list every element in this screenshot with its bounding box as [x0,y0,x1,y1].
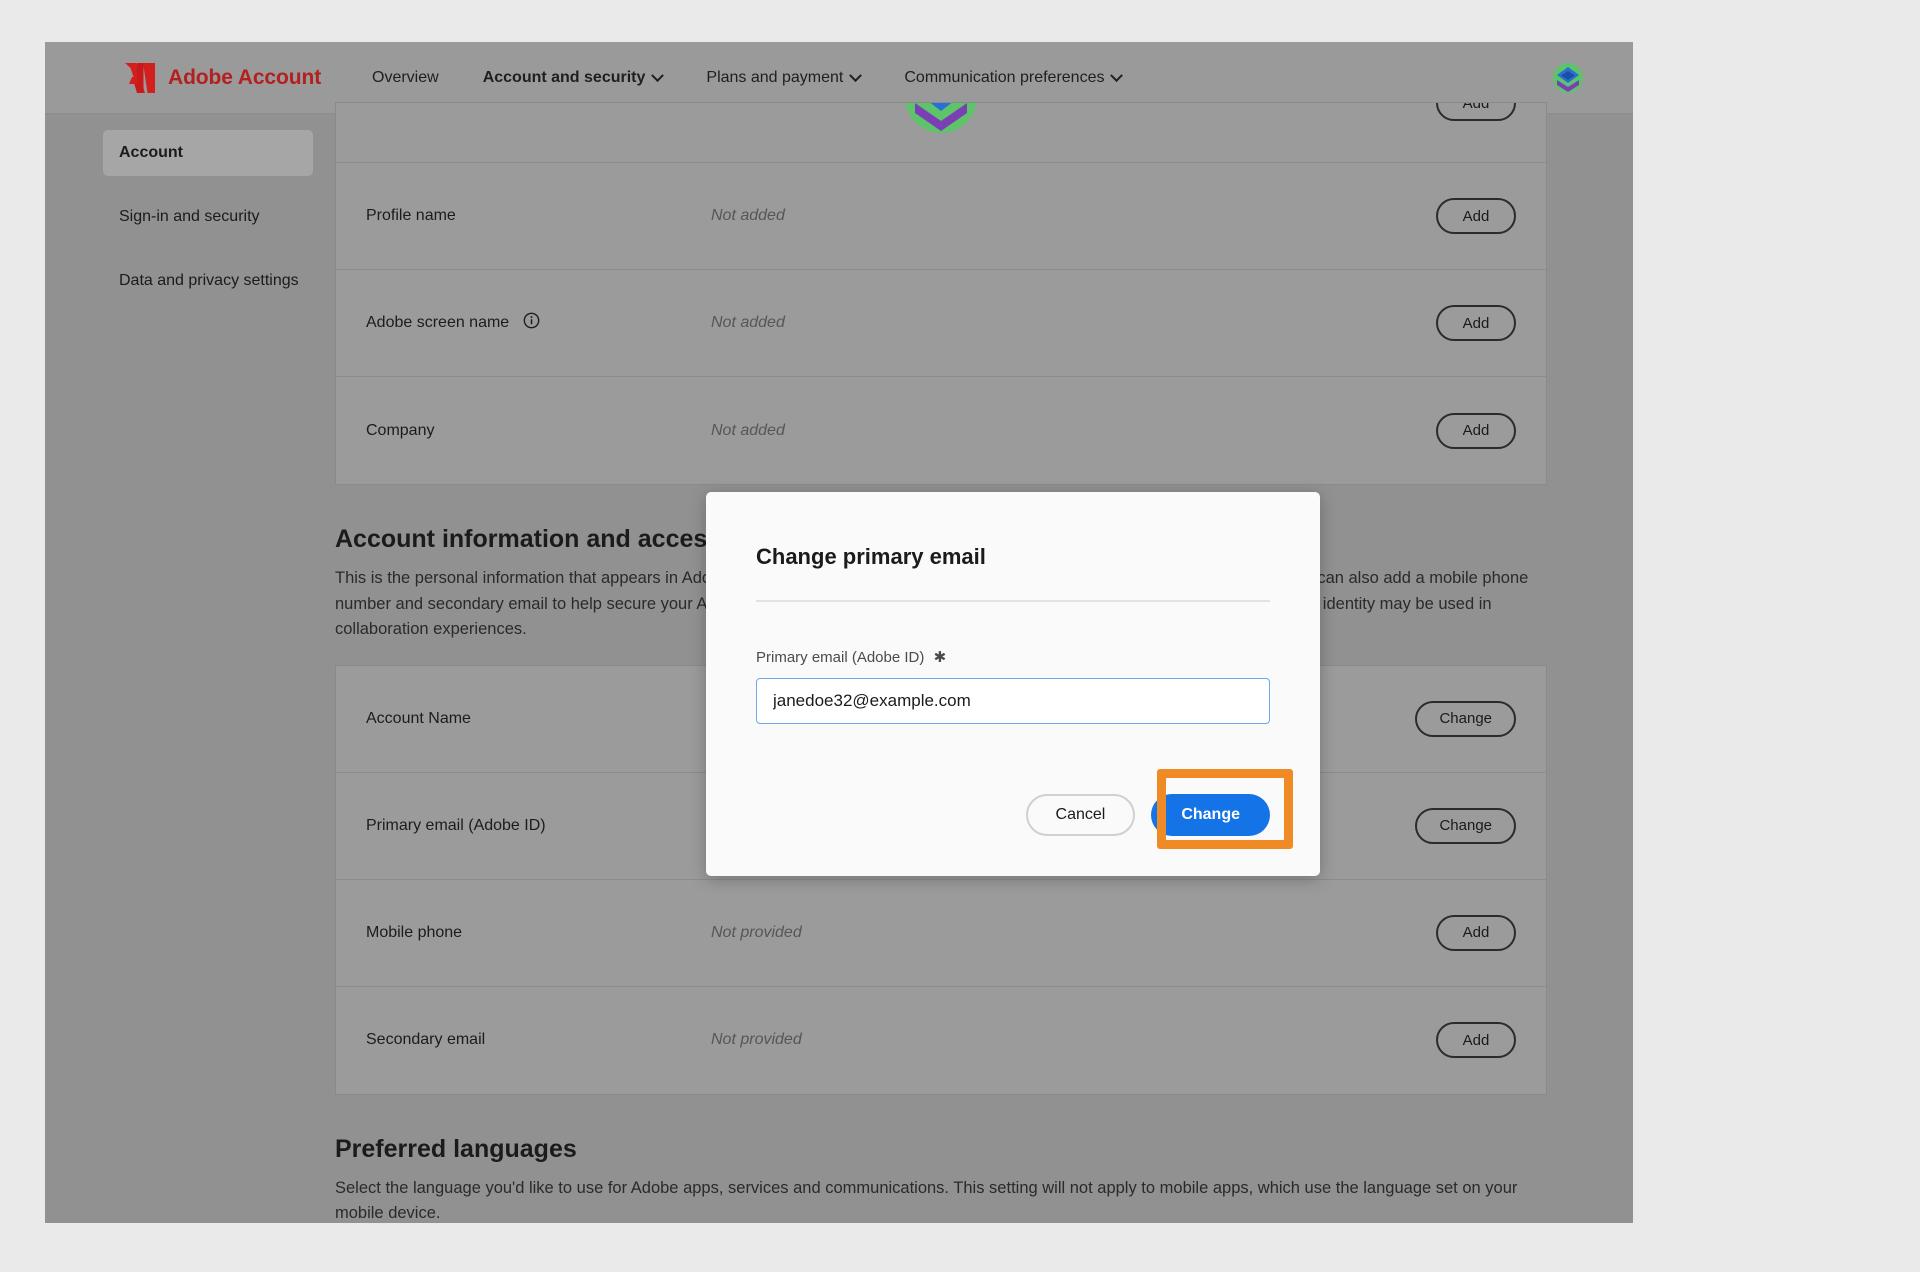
change-account-name-button[interactable]: Change [1415,700,1516,737]
nav-item-account-and-security-label: Account and security [482,69,646,86]
sidebar-item-data-and-privacy-settings-label: Data and privacy settings [119,272,299,289]
row-value-company: Not added [711,421,785,439]
table-row-profile-name: Profile name Not added Add [336,163,1546,270]
table-row-company: Company Not added Add [336,377,1546,484]
nav-item-overview-label: Overview [372,69,439,86]
user-avatar-icon[interactable] [1553,62,1583,93]
table-row-adobe-screen-name: Adobe screen name Not added Add [336,270,1546,377]
info-icon-graphic [523,312,540,329]
add-adobe-screen-name-button[interactable]: Add [1436,305,1516,341]
browser-window: Adobe Account Overview Account and secur… [45,42,1633,1223]
row-label-adobe-screen-name: Adobe screen name [366,312,711,334]
profile-card: Add Profile name Not added Add Adobe scr… [335,102,1547,485]
avatar-graphic [1553,62,1583,93]
row-value-profile-name: Not added [711,207,785,224]
primary-email-field-label-text: Primary email (Adobe ID) [756,649,925,666]
dialog-actions: Cancel Change [1025,794,1270,836]
chevron-down-icon [849,68,863,82]
preferred-languages-heading: Preferred languages [335,1134,577,1163]
info-icon[interactable] [523,312,540,334]
table-row-secondary-email: Secondary email Not provided Add [336,987,1546,1094]
sidebar-item-account-label: Account [119,144,183,161]
adobe-logo-icon [125,62,155,93]
page-root: Adobe Account Overview Account and secur… [45,42,1633,1223]
sidebar: Account Sign-in and security Data and pr… [103,130,313,322]
add-mobile-phone-button[interactable]: Add [1436,914,1516,951]
add-profile-picture-button[interactable]: Add [1436,103,1516,121]
sidebar-item-sign-in-and-security-label: Sign-in and security [119,208,260,225]
chevron-down-icon [1110,68,1124,82]
chevron-down-icon [651,68,665,82]
dialog-title: Change primary email [756,544,986,569]
change-primary-email-button[interactable]: Change [1415,807,1516,844]
table-row-mobile-phone: Mobile phone Not provided Add [336,880,1546,987]
add-profile-name-button[interactable]: Add [1436,198,1516,234]
add-secondary-email-button[interactable]: Add [1436,1022,1516,1059]
profile-picture-action-wrap: Add [1436,103,1516,121]
row-value-secondary-email: Not provided [711,1031,802,1049]
sidebar-item-sign-in-and-security[interactable]: Sign-in and security [103,194,313,240]
dialog-divider [756,600,1270,602]
nav-item-communication-preferences-label: Communication preferences [904,69,1105,86]
profile-picture-avatar[interactable] [905,103,977,133]
row-value-mobile-phone: Not provided [711,923,802,941]
sidebar-item-data-and-privacy-settings[interactable]: Data and privacy settings [103,258,313,304]
row-label-company: Company [366,421,435,439]
row-value-adobe-screen-name: Not added [711,314,785,331]
add-company-button[interactable]: Add [1436,412,1516,449]
avatar-graphic [905,103,977,133]
brand-label: Adobe Account [168,65,322,89]
preferred-languages-description: Select the language you'd like to use fo… [335,1178,1518,1223]
confirm-change-button[interactable]: Change [1151,794,1270,836]
table-row-profile-picture: Add [336,103,1546,163]
row-label-adobe-screen-name-text: Adobe screen name [366,314,510,332]
row-label-primary-email: Primary email (Adobe ID) [366,816,546,834]
row-label-account-name: Account Name [366,709,471,727]
row-label-secondary-email: Secondary email [366,1031,486,1049]
sidebar-item-account[interactable]: Account [103,130,313,176]
row-label-mobile-phone: Mobile phone [366,923,463,941]
primary-email-input[interactable] [756,678,1270,724]
preferred-languages-section: Preferred languages Select the language … [335,1135,1547,1223]
primary-email-field-label: Primary email (Adobe ID) ✱ [756,648,1270,666]
nav-item-plans-and-payment-label: Plans and payment [706,69,844,86]
required-marker-icon: ✱ [933,649,947,666]
row-label-profile-name: Profile name [366,207,456,224]
change-primary-email-dialog: Change primary email Primary email (Adob… [706,492,1320,876]
adobe-account-brand[interactable]: Adobe Account [123,62,322,93]
cancel-button[interactable]: Cancel [1025,794,1136,836]
